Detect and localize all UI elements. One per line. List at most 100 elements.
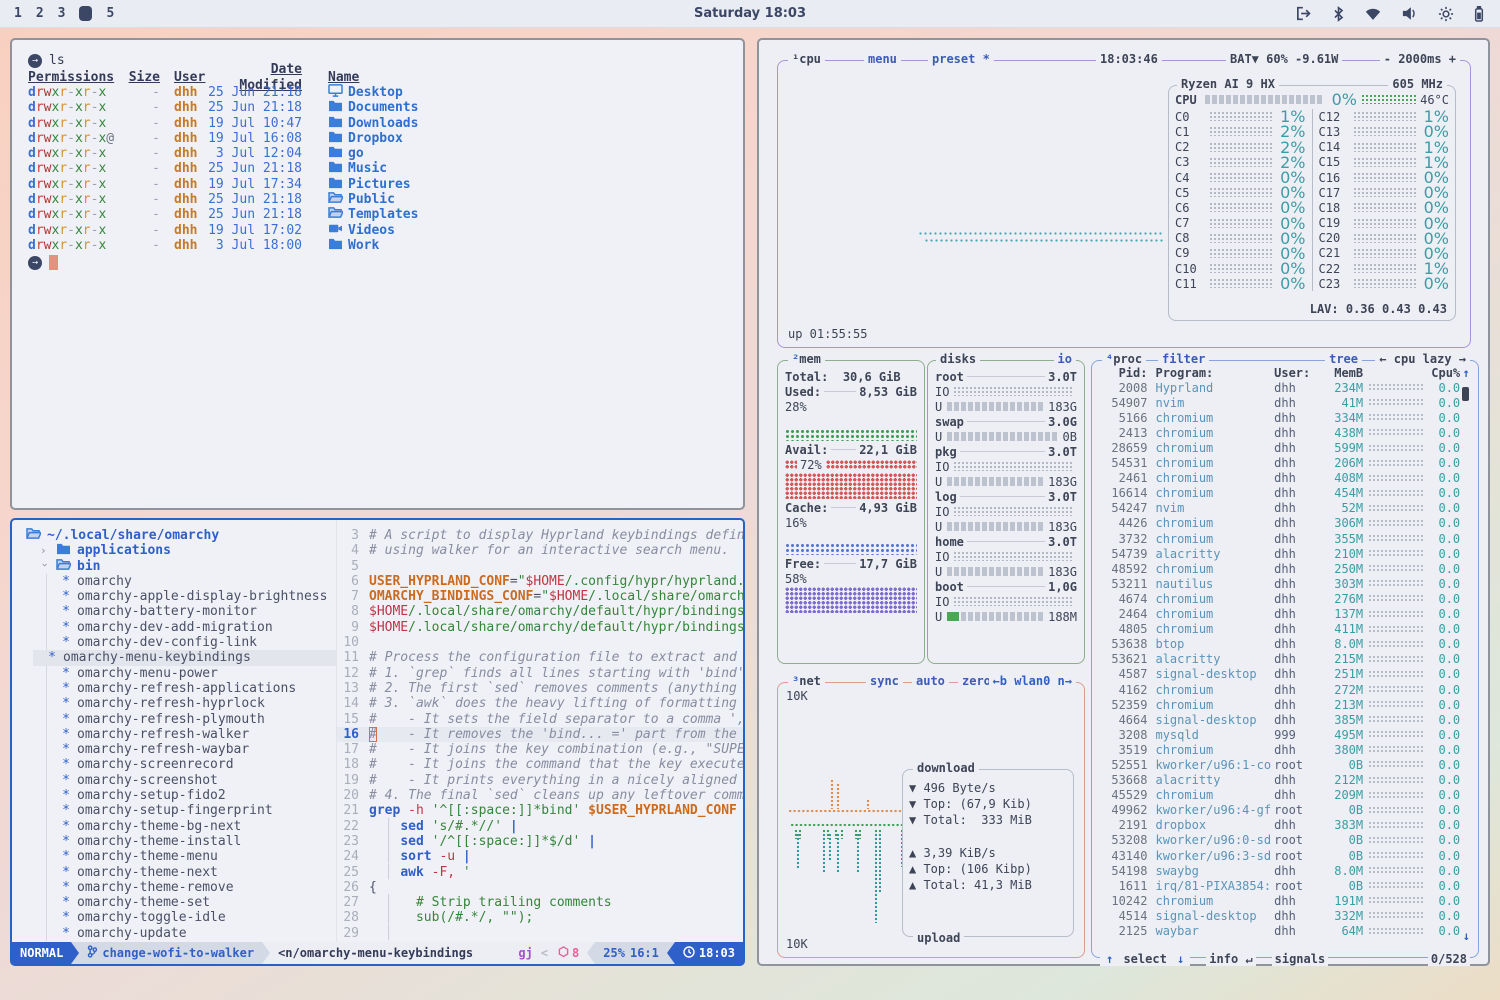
tree-file-omarchy-theme-bg-next[interactable]: *omarchy-theme-bg-next [47,819,336,834]
tree-file-omarchy-apple-display-brightness[interactable]: *omarchy-apple-display-brightness [47,589,336,604]
settings-icon[interactable] [1438,6,1454,22]
net-auto-button[interactable]: auto [912,674,949,688]
code-line[interactable]: 15# - It sets the field separator to a c… [337,712,743,727]
tree-folder-applications[interactable]: ›applications [26,543,336,558]
tree-file-omarchy-screenshot[interactable]: *omarchy-screenshot [47,773,336,788]
code-line[interactable]: 21grep -h '^[[:space:]]*bind' $USER_HYPR… [337,803,743,818]
process-row[interactable]: 1611irq/81-PIXA3854:root0B0.0 [1092,878,1478,893]
select-hint[interactable]: ↑ select ↓ [1100,952,1190,966]
code-line[interactable]: 11# Process the configuration file to ex… [337,650,743,665]
code-line[interactable]: 4# using walker for an interactive searc… [337,543,743,558]
process-row[interactable]: 4426chromiumdhh306M0.0 [1092,516,1478,531]
process-row[interactable]: 2191dropboxdhh383M0.0 [1092,818,1478,833]
editor-window[interactable]: ~/.local/share/omarchy›applications›bin*… [10,518,745,966]
io-mode-button[interactable]: io [1054,352,1076,366]
process-row[interactable]: 4514signal-desktopdhh332M0.0 [1092,908,1478,923]
process-row[interactable]: 4162chromiumdhh272M0.0 [1092,682,1478,697]
tree-file-omarchy[interactable]: *omarchy [47,574,336,589]
tree-file-omarchy-refresh-walker[interactable]: *omarchy-refresh-walker [47,727,336,742]
battery-icon[interactable] [1474,6,1484,22]
update-interval[interactable]: - 2000ms + [1380,52,1460,66]
wifi-icon[interactable] [1364,7,1382,21]
process-row[interactable]: 49962kworker/u96:4-gfroot0B0.0 [1092,803,1478,818]
process-row[interactable]: 2461chromiumdhh408M0.0 [1092,471,1478,486]
process-row[interactable]: 52359chromiumdhh213M0.0 [1092,697,1478,712]
code-line[interactable]: 24 │ sort -u | [337,849,743,864]
code-pane[interactable]: 3# A script to display Hyprland keybindi… [336,520,743,942]
code-line[interactable]: 29 │ [337,926,743,941]
tree-folder-bin[interactable]: ›bin [26,559,336,574]
tree-file-omarchy-toggle-idle[interactable]: *omarchy-toggle-idle [47,910,336,925]
process-row[interactable]: 28659chromiumdhh599M0.0 [1092,440,1478,455]
tree-file-omarchy-menu-keybindings[interactable]: *omarchy-menu-keybindings [33,650,336,665]
process-row[interactable]: 2464chromiumdhh137M0.0 [1092,607,1478,622]
net-sync-button[interactable]: sync [866,674,903,688]
logout-icon[interactable] [1296,6,1313,21]
disks-title[interactable]: disks [936,352,980,366]
workspace-active[interactable] [79,6,92,21]
code-line[interactable]: 13# 2. The first `sed` removes comments … [337,681,743,696]
workspace-5[interactable]: 5 [106,6,114,21]
tree-toggle[interactable]: tree [1325,352,1362,366]
code-line[interactable]: 26{ [337,880,743,895]
filter-button[interactable]: filter [1158,352,1209,366]
code-line[interactable]: 27 │ # Strip trailing comments [337,895,743,910]
signals-hint[interactable]: signals [1272,952,1329,966]
tree-file-omarchy-theme-install[interactable]: *omarchy-theme-install [47,834,336,849]
process-row[interactable]: 53638btopdhh8.0M0.0 [1092,637,1478,652]
code-line[interactable]: 22 │ sed 's/#.*//' | [337,819,743,834]
code-line[interactable]: 28 │ sub(/#.*/, ""); [337,910,743,925]
process-row[interactable]: 4664signal-desktopdhh385M0.0 [1092,712,1478,727]
net-box-title[interactable]: ³net [788,674,825,688]
process-row[interactable]: 3519chromiumdhh380M0.0 [1092,742,1478,757]
code-line[interactable]: 7OMARCHY_BINDINGS_CONF="$HOME/.local/sha… [337,589,743,604]
process-row[interactable]: 54198swaybgdhh8.0M0.0 [1092,863,1478,878]
proc-sort-mode[interactable]: ← cpu lazy → [1375,352,1470,366]
tree-file-omarchy-screenrecord[interactable]: *omarchy-screenrecord [47,757,336,772]
proc-box-title[interactable]: ⁴proc [1102,352,1146,366]
proc-scrollbar-thumb[interactable] [1462,387,1469,401]
git-branch[interactable]: change-wofi-to-walker [79,942,262,964]
process-row[interactable]: 2125waybardhh64M0.0 [1092,923,1478,938]
tree-file-omarchy-theme-remove[interactable]: *omarchy-theme-remove [47,880,336,895]
tree-file-omarchy-menu-power[interactable]: *omarchy-menu-power [47,666,336,681]
workspace-3[interactable]: 3 [58,6,66,21]
menu-button[interactable]: menu [864,52,901,66]
tree-file-omarchy-update[interactable]: *omarchy-update [47,926,336,941]
cpu-box-title[interactable]: ¹cpu [788,52,825,66]
process-row[interactable]: 3732chromiumdhh355M0.0 [1092,531,1478,546]
tree-file-omarchy-dev-add-migration[interactable]: *omarchy-dev-add-migration [47,620,336,635]
tree-file-omarchy-theme-menu[interactable]: *omarchy-theme-menu [47,849,336,864]
tree-file-omarchy-setup-fingerprint[interactable]: *omarchy-setup-fingerprint [47,803,336,818]
workspace-2[interactable]: 2 [36,6,44,21]
tree-root[interactable]: ~/.local/share/omarchy [26,528,336,543]
tree-file-omarchy-refresh-applications[interactable]: *omarchy-refresh-applications [47,681,336,696]
volume-icon[interactable] [1402,6,1418,21]
code-line[interactable]: 19# - It prints everything in a nicely a… [337,773,743,788]
net-interface[interactable]: ←b wlan0 n→ [989,674,1076,688]
process-row[interactable]: 43140kworker/u96:3-sdroot0B0.0 [1092,848,1478,863]
code-line[interactable]: 14# 3. `awk` does the heavy lifting of f… [337,696,743,711]
tree-file-omarchy-dev-config-link[interactable]: *omarchy-dev-config-link [47,635,336,650]
process-row[interactable]: 53211nautilusdhh303M0.0 [1092,576,1478,591]
process-row[interactable]: 54739alacrittydhh210M0.0 [1092,546,1478,561]
process-row[interactable]: 53208kworker/u96:0-sdroot0B0.0 [1092,833,1478,848]
process-row[interactable]: 2008Hyprlanddhh234M0.0 [1092,380,1478,395]
process-row[interactable]: 2413chromiumdhh438M0.0 [1092,425,1478,440]
code-line[interactable]: 20# 4. The final `sed` cleans up any lef… [337,788,743,803]
process-row[interactable]: 45529chromiumdhh209M0.0 [1092,788,1478,803]
info-hint[interactable]: info ↵ [1206,952,1255,966]
code-line[interactable]: 5 [337,559,743,574]
process-row[interactable]: 54247nvimdhh52M0.0 [1092,501,1478,516]
tree-file-omarchy-refresh-hyprlock[interactable]: *omarchy-refresh-hyprlock [47,696,336,711]
code-line[interactable]: 18# - It joins the command that the key … [337,757,743,772]
workspace-1[interactable]: 1 [14,6,22,21]
process-row[interactable]: 53668alacrittydhh212M0.0 [1092,773,1478,788]
tree-file-omarchy-refresh-waybar[interactable]: *omarchy-refresh-waybar [47,742,336,757]
tree-file-omarchy-refresh-plymouth[interactable]: *omarchy-refresh-plymouth [47,712,336,727]
process-row[interactable]: 3208mysqld999495M0.0 [1092,727,1478,742]
clock[interactable]: Saturday 18:03 [220,6,1280,21]
code-line[interactable]: 12# 1. `grep` finds all lines starting w… [337,666,743,681]
tree-file-omarchy-theme-set[interactable]: *omarchy-theme-set [47,895,336,910]
terminal-window[interactable]: →lsPermissionsSizeUserDate ModifiedNamed… [10,38,745,510]
